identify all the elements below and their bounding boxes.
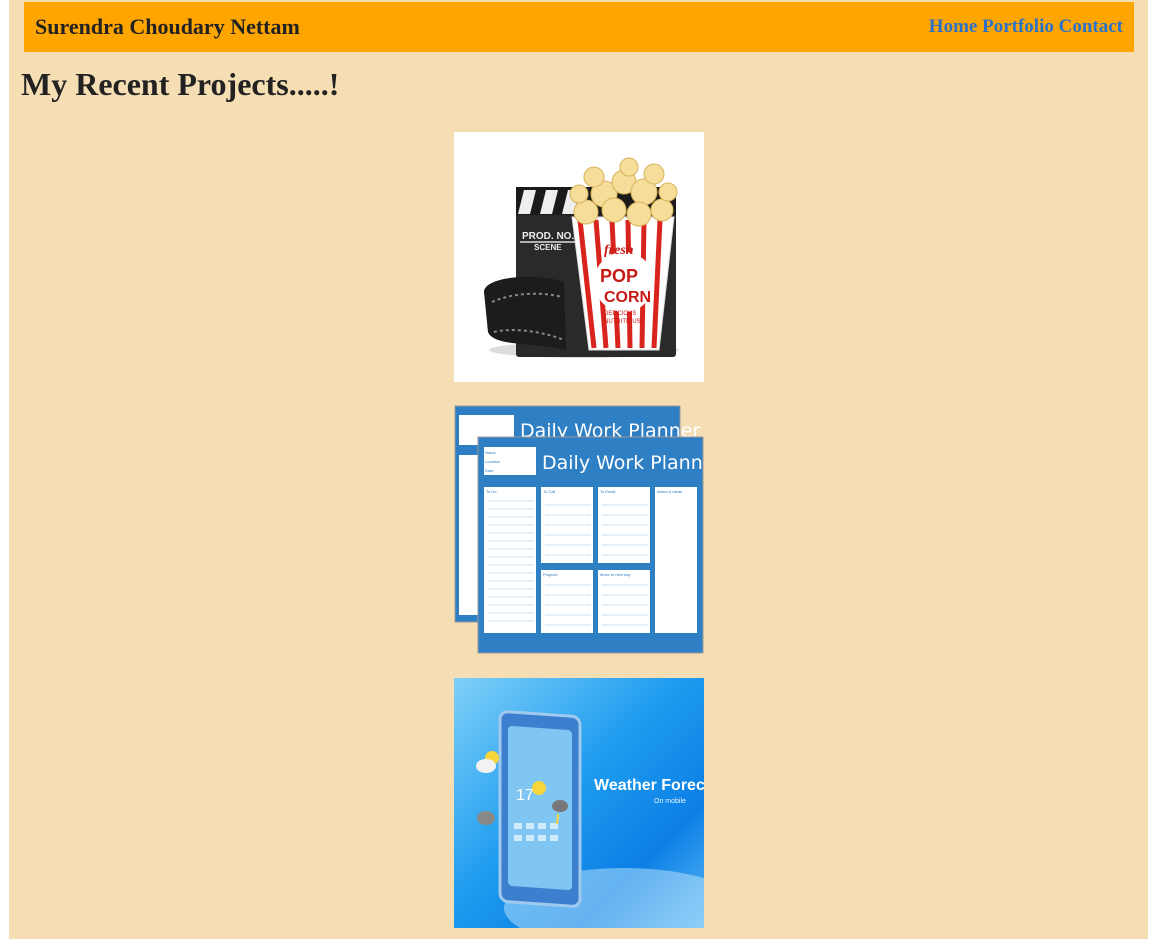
planner-projects-label: Projects [543,572,557,577]
planner-todo-label: To Do [486,489,497,494]
popcorn-corn-text: CORN [604,289,651,306]
planner-brand-text: Creativity [676,645,697,651]
weather-title-text: Weather Forecast [594,777,704,794]
nav-portfolio-link[interactable]: Portfolio [982,16,1054,37]
popcorn-delicious-text: DELICIOUS [604,311,636,317]
project-movie-image[interactable]: PROD. NO. SCENE fresh POP CORN DELICIOUS… [454,132,704,382]
popcorn-pop-text: POP [600,266,638,286]
project-weather-image[interactable]: 17° Weather Forecast On mobile [454,678,704,928]
planner-name-label: Name [485,450,496,455]
planner-toemail-label: To Email [600,489,615,494]
clapper-scene-text: SCENE [534,243,562,252]
popcorn-nutritious-text: NUTRITIOUS [604,319,641,325]
nav-menu: Home Portfolio Contact [929,16,1123,38]
planner-date-label: Date [485,468,494,473]
nav-home-link[interactable]: Home [929,16,978,37]
weather-forecast-illustration: 17° Weather Forecast On mobile [476,710,704,928]
planner-location-label: Location [485,459,500,464]
planner-tocall-label: To Call [543,489,555,494]
planner-notes-label: Notes & Ideas [657,489,682,494]
page-title: My Recent Projects.....! [21,66,340,102]
daily-planner-illustration: Daily Work Planner Name Location Date Da… [454,405,704,654]
weather-subtitle-text: On mobile [654,798,686,805]
header-bar: Surendra Choudary Nettam Home Portfolio … [24,2,1134,52]
movie-popcorn-illustration: PROD. NO. SCENE fresh POP CORN DELICIOUS… [484,157,679,358]
planner-movenext-label: Move to next day [600,572,630,577]
site-brand: Surendra Choudary Nettam [35,14,300,39]
planner-front-title: Daily Work Planner [542,452,704,474]
nav-contact-link[interactable]: Contact [1059,16,1123,37]
project-planner-image[interactable]: Daily Work Planner Name Location Date Da… [454,405,704,655]
clapper-prod-text: PROD. NO. [522,231,574,242]
popcorn-fresh-text: fresh [604,243,634,258]
